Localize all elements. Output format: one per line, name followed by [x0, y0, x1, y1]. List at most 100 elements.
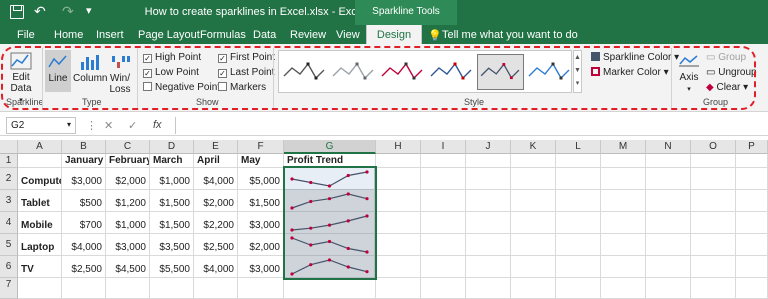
- grid-cell[interactable]: [736, 190, 768, 212]
- grid-cell[interactable]: [691, 154, 736, 168]
- grid-cell[interactable]: [646, 212, 691, 234]
- grid-cell[interactable]: [284, 278, 376, 299]
- last-point-checkbox[interactable]: ✓ Last Point: [218, 67, 274, 78]
- row-label-cell[interactable]: Tablet: [18, 190, 62, 212]
- row-header-5[interactable]: 5: [0, 234, 18, 256]
- style-option-4[interactable]: [428, 54, 475, 90]
- grid-cell[interactable]: [646, 190, 691, 212]
- tab-insert[interactable]: Insert: [96, 25, 124, 44]
- value-cell[interactable]: $2,500: [194, 234, 238, 256]
- column-type-button[interactable]: Column: [73, 53, 107, 84]
- grid-cell[interactable]: [601, 234, 646, 256]
- tab-design[interactable]: Design: [366, 25, 422, 44]
- row-header-4[interactable]: 4: [0, 212, 18, 234]
- value-cell[interactable]: $1,500: [238, 190, 284, 212]
- grid-cell[interactable]: [601, 154, 646, 168]
- grid-cell[interactable]: [466, 168, 511, 190]
- column-header-j[interactable]: J: [466, 140, 511, 154]
- sparkline-color-button[interactable]: Sparkline Color ▾: [591, 52, 679, 63]
- select-all-corner[interactable]: [0, 140, 18, 154]
- value-cell[interactable]: $4,000: [194, 256, 238, 278]
- grid-cell[interactable]: [511, 168, 556, 190]
- style-option-2[interactable]: [330, 54, 377, 90]
- grid-cell[interactable]: [421, 278, 466, 299]
- gallery-scroll[interactable]: ▲ ▼ ▾: [573, 50, 582, 93]
- group-button[interactable]: ▭ Group: [706, 52, 746, 63]
- grid-cell[interactable]: [736, 212, 768, 234]
- row-header-7[interactable]: 7: [0, 278, 18, 299]
- tab-file[interactable]: File: [17, 25, 35, 44]
- value-cell[interactable]: $3,500: [150, 234, 194, 256]
- grid-cell[interactable]: [511, 234, 556, 256]
- sparkline-cell[interactable]: [284, 168, 375, 190]
- tab-page-layout[interactable]: Page Layout: [138, 25, 200, 44]
- grid-cell[interactable]: [556, 234, 601, 256]
- name-box-dropdown-icon[interactable]: ▾: [67, 120, 71, 129]
- grid-cell[interactable]: [18, 278, 62, 299]
- grid-cell[interactable]: [556, 168, 601, 190]
- grid-cell[interactable]: [601, 190, 646, 212]
- row-header-3[interactable]: 3: [0, 190, 18, 212]
- enter-icon[interactable]: ✓: [128, 119, 137, 132]
- value-cell[interactable]: $5,000: [238, 168, 284, 190]
- value-cell[interactable]: $2,500: [62, 256, 106, 278]
- tab-data[interactable]: Data: [253, 25, 276, 44]
- style-option-3[interactable]: [379, 54, 426, 90]
- grid-cell[interactable]: [556, 190, 601, 212]
- gallery-more-icon[interactable]: ▾: [576, 80, 580, 87]
- grid-cell[interactable]: [736, 168, 768, 190]
- line-type-button[interactable]: Line: [45, 50, 71, 92]
- grid-cell[interactable]: [691, 256, 736, 278]
- value-cell[interactable]: $1,000: [150, 168, 194, 190]
- grid-cell[interactable]: [466, 190, 511, 212]
- value-cell[interactable]: $500: [62, 190, 106, 212]
- grid-cell[interactable]: [376, 234, 421, 256]
- grid-cell[interactable]: [646, 278, 691, 299]
- column-header-l[interactable]: L: [556, 140, 601, 154]
- grid-cell[interactable]: [691, 278, 736, 299]
- style-option-6[interactable]: [526, 54, 573, 90]
- grid-cell[interactable]: [238, 278, 284, 299]
- grid-cell[interactable]: [556, 278, 601, 299]
- clear-button[interactable]: ◆ Clear ▾: [706, 82, 748, 93]
- column-header-i[interactable]: I: [421, 140, 466, 154]
- sparkline-cell[interactable]: [284, 234, 375, 256]
- grid-cell[interactable]: [601, 212, 646, 234]
- tab-review[interactable]: Review: [290, 25, 326, 44]
- value-cell[interactable]: $2,200: [194, 212, 238, 234]
- name-box[interactable]: G2 ▾: [6, 117, 76, 134]
- value-cell[interactable]: $2,000: [194, 190, 238, 212]
- sparkline-cell[interactable]: [284, 190, 375, 212]
- value-cell[interactable]: $2,000: [106, 168, 150, 190]
- grid-cell[interactable]: [466, 256, 511, 278]
- grid-cell[interactable]: [376, 190, 421, 212]
- insert-function-icon[interactable]: fx: [153, 119, 162, 131]
- marker-color-button[interactable]: Marker Color ▾: [591, 67, 669, 78]
- column-header-c[interactable]: C: [106, 140, 150, 154]
- grid-cell[interactable]: [421, 234, 466, 256]
- customize-qat-icon[interactable]: ▾: [86, 4, 92, 17]
- grid-cell[interactable]: [376, 212, 421, 234]
- value-cell[interactable]: $1,000: [106, 212, 150, 234]
- ungroup-button[interactable]: ▭ Ungroup: [706, 67, 757, 78]
- low-point-checkbox[interactable]: ✓ Low Point: [143, 67, 199, 78]
- tab-view[interactable]: View: [336, 25, 360, 44]
- grid-cell[interactable]: [466, 278, 511, 299]
- header-cell[interactable]: January: [62, 154, 106, 168]
- grid-cell[interactable]: [646, 154, 691, 168]
- grid-cell[interactable]: [646, 168, 691, 190]
- value-cell[interactable]: $3,000: [106, 234, 150, 256]
- grid-cell[interactable]: [556, 256, 601, 278]
- style-option-1[interactable]: [281, 54, 328, 90]
- tab-home[interactable]: Home: [54, 25, 83, 44]
- grid-cell[interactable]: [376, 168, 421, 190]
- row-label-cell[interactable]: Mobile: [18, 212, 62, 234]
- value-cell[interactable]: $5,500: [150, 256, 194, 278]
- negative-points-checkbox[interactable]: Negative Points: [143, 82, 225, 93]
- column-header-p[interactable]: P: [736, 140, 768, 154]
- grid-cell[interactable]: [511, 154, 556, 168]
- high-point-checkbox[interactable]: ✓ High Point: [143, 52, 201, 63]
- grid-cell[interactable]: [691, 234, 736, 256]
- value-cell[interactable]: $4,000: [62, 234, 106, 256]
- row-header-6[interactable]: 6: [0, 256, 18, 278]
